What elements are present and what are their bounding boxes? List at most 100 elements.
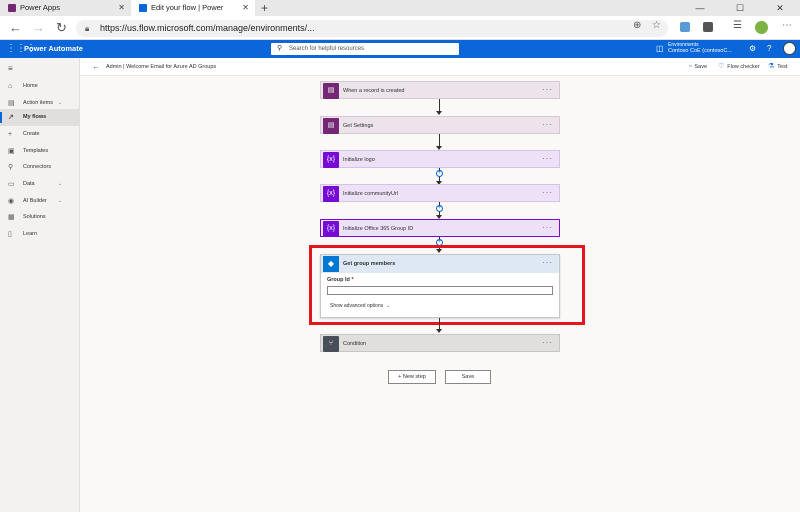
sidebar-item-label: Templates <box>23 148 49 154</box>
flow-title: Admin | Welcome Email for Azure AD Group… <box>106 64 217 70</box>
refresh-icon[interactable]: ↻ <box>56 20 67 36</box>
variable-icon: {x} <box>323 152 339 168</box>
browser-tabstrip: Power Apps ✕ Edit your flow | Power Auto… <box>0 0 800 28</box>
browser-tab-edit-flow[interactable]: Edit your flow | Power Automate ✕ <box>131 0 255 28</box>
arrow-down-icon <box>436 329 442 333</box>
save-icon: ▫ <box>689 63 692 70</box>
sidebar-item-label: Action items <box>23 100 53 106</box>
more-options-icon[interactable]: ··· <box>542 185 553 201</box>
back-arrow-icon[interactable]: ← <box>92 58 100 76</box>
search-icon: ⚲ <box>277 45 283 52</box>
command-bar: ← Admin | Welcome Email for Azure AD Gro… <box>80 58 800 76</box>
flow-icon: ↗ <box>8 114 14 121</box>
save-flow-button[interactable]: Save <box>445 370 491 384</box>
lock-icon: 🔒︎ <box>85 24 90 33</box>
more-options-icon[interactable]: ··· <box>542 117 553 133</box>
step-title: Initialize Office 365 Group ID <box>343 226 414 232</box>
help-icon[interactable]: ? <box>767 43 771 55</box>
sidebar-item-create[interactable]: + Create <box>0 126 80 143</box>
step-title: Initialize communityUrl <box>343 191 399 197</box>
environment-picker[interactable]: Environments Contoso CoE (contosoC... <box>668 42 732 54</box>
step-condition[interactable]: ⑂ Condition ··· <box>320 334 560 352</box>
dataverse-icon: ▤ <box>323 118 339 134</box>
sidebar-item-data[interactable]: ▭ Data ⌄ <box>0 176 80 193</box>
maximize-icon[interactable]: ☐ <box>720 0 760 16</box>
connector-line <box>439 99 440 111</box>
close-tab-icon[interactable]: ✕ <box>118 0 125 16</box>
minimize-icon[interactable]: — <box>680 0 720 16</box>
sidebar-item-connectors[interactable]: ⚲ Connectors <box>0 159 80 176</box>
sidebar-item-label: Create <box>23 131 40 137</box>
insert-step-icon[interactable]: + <box>436 205 443 212</box>
close-window-icon[interactable]: ✕ <box>760 0 800 16</box>
url-text: https://us.flow.microsoft.com/manage/env… <box>100 23 315 33</box>
new-tab-icon[interactable]: + <box>261 0 268 16</box>
search-input[interactable]: ⚲ Search for helpful resources <box>271 43 459 55</box>
address-bar-row: ← → ↻ 🔒︎ https://us.flow.microsoft.com/m… <box>0 16 800 40</box>
step-title: Condition <box>343 341 367 347</box>
sidebar-item-label: My flows <box>23 114 47 120</box>
variable-icon: {x} <box>323 186 339 202</box>
app-title[interactable]: Power Automate <box>24 40 83 58</box>
condition-icon: ⑂ <box>323 336 339 352</box>
settings-gear-icon[interactable]: ⚙ <box>749 43 756 55</box>
step-initialize-communityurl[interactable]: {x} Initialize communityUrl ··· <box>320 184 560 202</box>
save-button[interactable]: ▫ Save <box>689 58 707 76</box>
back-icon[interactable]: ← <box>9 20 22 36</box>
arrow-down-icon <box>436 111 442 115</box>
sidebar-item-solutions[interactable]: ▦ Solutions <box>0 209 80 226</box>
ai-icon: ◉ <box>8 198 15 205</box>
hamburger-menu-icon[interactable]: ≡ <box>8 64 13 73</box>
flow-checker-button[interactable]: ♡ Flow checker <box>718 58 760 76</box>
home-icon: ⌂ <box>8 83 13 90</box>
tab-label: Power Apps <box>20 3 61 12</box>
highlight-box <box>309 245 585 325</box>
extension-icon[interactable] <box>680 22 690 32</box>
favorite-star-icon[interactable]: ☆ <box>652 20 661 31</box>
step-initialize-logo[interactable]: {x} Initialize logo ··· <box>320 150 560 168</box>
left-navigation: ≡ ⌂ Home ▤ Action items ⌄ ↗ My flows + C… <box>0 58 80 512</box>
step-when-a-record-is-created[interactable]: ▤ When a record is created ··· <box>320 81 560 99</box>
step-get-settings[interactable]: ▤ Get Settings ··· <box>320 116 560 134</box>
more-options-icon[interactable]: ··· <box>542 220 553 236</box>
step-title: When a record is created <box>343 88 405 94</box>
stethoscope-icon: ♡ <box>718 63 725 70</box>
environment-value: Contoso CoE (contosoC... <box>668 48 732 54</box>
sidebar-item-templates[interactable]: ▣ Templates <box>0 143 80 160</box>
database-icon: ▭ <box>8 181 15 188</box>
new-step-button[interactable]: + New step <box>388 370 436 384</box>
close-tab-icon[interactable]: ✕ <box>242 0 249 16</box>
test-button[interactable]: ⚗ Test <box>768 58 787 76</box>
extension-icon[interactable] <box>703 22 713 32</box>
connector-line <box>439 134 440 146</box>
sidebar-item-learn[interactable]: ▯ Learn <box>0 226 80 243</box>
test-label: Test <box>777 64 788 70</box>
sidebar-item-home[interactable]: ⌂ Home <box>0 78 80 95</box>
url-input[interactable]: 🔒︎ https://us.flow.microsoft.com/manage/… <box>76 20 668 37</box>
environment-icon: ◫ <box>656 44 664 53</box>
browser-tab-power-apps[interactable]: Power Apps ✕ <box>0 0 131 16</box>
more-options-icon[interactable]: ··· <box>542 82 553 98</box>
variable-icon: {x} <box>323 221 339 237</box>
more-icon[interactable]: ⋯ <box>782 20 792 31</box>
more-options-icon[interactable]: ··· <box>542 151 553 167</box>
zoom-icon[interactable]: ⊕ <box>633 20 641 31</box>
forward-icon[interactable]: → <box>32 20 45 36</box>
chevron-down-icon: ⌄ <box>57 198 62 204</box>
search-placeholder: Search for helpful resources <box>289 46 365 52</box>
flow-checker-label: Flow checker <box>727 64 760 70</box>
power-automate-favicon-icon <box>139 4 147 12</box>
favorites-icon[interactable]: ☰ <box>733 20 742 31</box>
step-initialize-office-365-group-id[interactable]: {x} Initialize Office 365 Group ID ··· <box>320 219 560 237</box>
user-avatar[interactable] <box>783 42 796 55</box>
chevron-down-icon: ⌄ <box>57 181 62 187</box>
insert-step-icon[interactable]: + <box>436 170 443 177</box>
templates-icon: ▣ <box>8 148 15 155</box>
browser-profile-avatar[interactable] <box>755 21 768 34</box>
sidebar-item-ai-builder[interactable]: ◉ AI Builder ⌄ <box>0 193 80 210</box>
flask-icon: ⚗ <box>768 63 775 70</box>
sidebar-item-label: Solutions <box>23 214 46 220</box>
save-label: Save <box>694 64 708 70</box>
sidebar-item-my-flows[interactable]: ↗ My flows <box>0 109 80 126</box>
more-options-icon[interactable]: ··· <box>542 335 553 351</box>
